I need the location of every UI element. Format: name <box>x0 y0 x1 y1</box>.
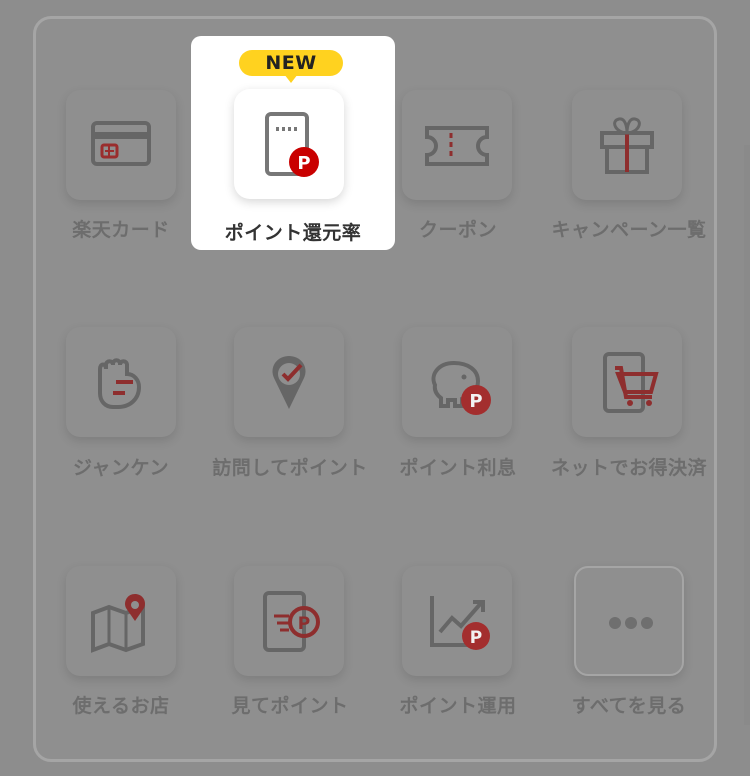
menu-label-janken: ジャンケン <box>73 457 169 479</box>
menu-label-point-interest: ポイント利息 <box>399 457 517 479</box>
menu-label-rakuten-card: 楽天カード <box>72 219 170 241</box>
menu-label-online-payment: ネットでお得決済 <box>550 457 707 479</box>
point-interest-tile[interactable]: P <box>402 327 512 437</box>
menu-label-available-stores: 使えるお店 <box>72 695 170 717</box>
gift-icon <box>600 117 654 174</box>
menu-label-coupon: クーポン <box>418 219 497 241</box>
fist-icon <box>98 358 142 409</box>
menu-label-see-all: すべてを見る <box>571 695 687 717</box>
highlighted-menu-item[interactable]: NEW P ポイント還元率 <box>191 36 395 250</box>
scroll-edge <box>744 145 750 725</box>
shopping-cart-icon <box>603 352 659 413</box>
new-badge: NEW <box>239 50 343 83</box>
menu-label-watch-point: 見てポイント <box>231 695 349 717</box>
point-investment-tile[interactable]: P <box>402 566 512 676</box>
available-stores-tile[interactable] <box>66 566 176 676</box>
menu-label-visit-point: 訪問してポイント <box>212 457 368 479</box>
rakuten-card-tile[interactable] <box>66 90 176 200</box>
coupon-tile[interactable] <box>402 90 512 200</box>
credit-card-icon <box>91 121 151 166</box>
coupon-icon <box>425 126 489 166</box>
point-rate-tile[interactable]: P <box>234 89 344 199</box>
campaign-list-tile[interactable] <box>572 90 682 200</box>
svg-text:P: P <box>297 153 310 174</box>
svg-text:P: P <box>298 614 310 634</box>
menu-label-point-rate: ポイント還元率 <box>224 222 362 244</box>
menu-label-point-investment: ポイント運用 <box>399 695 517 717</box>
point-rate-icon: P <box>265 112 319 177</box>
watch-point-icon: P <box>263 591 320 652</box>
janken-tile[interactable] <box>66 327 176 437</box>
svg-text:P: P <box>470 628 482 648</box>
chart-up-icon: P <box>430 596 490 650</box>
map-pin-icon <box>91 594 145 653</box>
menu-label-campaign-list: キャンペーン一覧 <box>551 219 707 241</box>
svg-text:P: P <box>469 391 482 412</box>
location-check-icon <box>272 356 306 409</box>
see-all-tile[interactable] <box>574 566 684 676</box>
piggy-bank-icon: P <box>431 360 491 415</box>
watch-point-tile[interactable]: P <box>234 566 344 676</box>
visit-point-tile[interactable] <box>234 327 344 437</box>
app-screen: 楽天カード NEW P ポイント還元率 クーポン キャンペーン一覧 ジャンケン … <box>0 0 750 776</box>
online-payment-tile[interactable] <box>572 327 682 437</box>
more-icon <box>609 617 653 629</box>
